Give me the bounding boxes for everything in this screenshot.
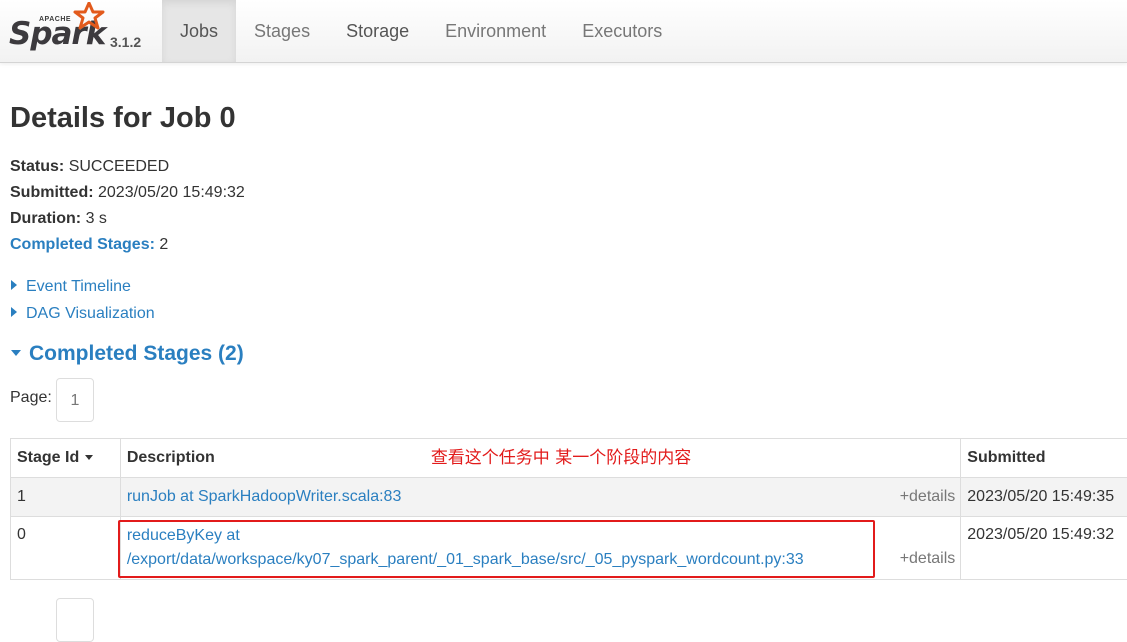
- stages-table: Stage Id Description 查看这个任务中 某一个阶段的内容 Su…: [10, 438, 1127, 580]
- header-stage-id[interactable]: Stage Id: [11, 439, 121, 478]
- status-label: Status:: [10, 158, 64, 175]
- job-summary: Status: SUCCEEDED Submitted: 2023/05/20 …: [10, 154, 245, 258]
- header-submitted[interactable]: Submitted: [961, 439, 1127, 478]
- completed-stages-value: 2: [159, 236, 168, 253]
- table-row: 1 runJob at SparkHadoopWriter.scala:83 +…: [11, 478, 1127, 517]
- dag-visualization-label: DAG Visualization: [26, 305, 155, 322]
- description-line-1: reduceByKey at: [127, 527, 240, 544]
- completed-stages-link[interactable]: Completed Stages:: [10, 236, 155, 253]
- event-timeline-toggle[interactable]: Event Timeline: [11, 278, 131, 296]
- completed-stages-row: Completed Stages: 2: [10, 232, 245, 258]
- page-title: Details for Job 0: [10, 102, 236, 135]
- page-1-button-bottom[interactable]: [56, 598, 94, 642]
- sort-desc-icon: [85, 455, 93, 460]
- duration-row: Duration: 3 s: [10, 206, 245, 232]
- caret-down-icon: [11, 350, 21, 356]
- completed-stages-header[interactable]: Completed Stages (2): [11, 342, 244, 366]
- header-description[interactable]: Description 查看这个任务中 某一个阶段的内容: [120, 439, 960, 478]
- description-cell: reduceByKey at /export/data/workspace/ky…: [120, 517, 960, 580]
- stage-id-cell: 1: [11, 478, 121, 517]
- spark-logo[interactable]: APACHE Spark 3.1.2: [9, 2, 159, 58]
- table-row: 0 reduceByKey at /export/data/workspace/…: [11, 517, 1127, 580]
- tab-stages[interactable]: Stages: [236, 0, 328, 62]
- spark-star-icon: [72, 2, 106, 32]
- pagination-label: Page:: [10, 389, 52, 407]
- details-toggle[interactable]: +details: [900, 478, 956, 516]
- header-description-label: Description: [127, 449, 215, 466]
- caret-right-icon: [11, 307, 17, 317]
- tab-executors[interactable]: Executors: [564, 0, 680, 62]
- caret-right-icon: [11, 280, 17, 290]
- event-timeline-label: Event Timeline: [26, 278, 131, 295]
- tab-environment[interactable]: Environment: [427, 0, 564, 62]
- tab-storage[interactable]: Storage: [328, 0, 427, 62]
- page-1-button[interactable]: 1: [56, 378, 94, 422]
- submitted-label: Submitted:: [10, 184, 94, 201]
- duration-value: 3 s: [86, 210, 107, 227]
- submitted-cell: 2023/05/20 15:49:35: [961, 478, 1127, 517]
- annotation-note: 查看这个任务中 某一个阶段的内容: [431, 439, 691, 477]
- tab-jobs[interactable]: Jobs: [162, 0, 236, 62]
- description-line-2: /export/data/workspace/ky07_spark_parent…: [127, 551, 804, 568]
- stage-id-cell: 0: [11, 517, 121, 580]
- spark-version: 3.1.2: [110, 34, 141, 50]
- header-stage-id-label: Stage Id: [17, 449, 79, 466]
- stage-description-link[interactable]: reduceByKey at /export/data/workspace/ky…: [127, 517, 954, 572]
- submitted-value: 2023/05/20 15:49:32: [98, 184, 245, 201]
- submitted-cell: 2023/05/20 15:49:32: [961, 517, 1127, 580]
- submitted-row: Submitted: 2023/05/20 15:49:32: [10, 180, 245, 206]
- nav-tabs: Jobs Stages Storage Environment Executor…: [162, 0, 680, 62]
- status-value: SUCCEEDED: [69, 158, 169, 175]
- status-row: Status: SUCCEEDED: [10, 154, 245, 180]
- details-toggle[interactable]: +details: [900, 549, 956, 569]
- description-cell: runJob at SparkHadoopWriter.scala:83 +de…: [120, 478, 960, 517]
- completed-stages-header-label: Completed Stages (2): [29, 342, 244, 365]
- top-navbar: APACHE Spark 3.1.2 Jobs Stages Storage E…: [0, 0, 1127, 63]
- duration-label: Duration:: [10, 210, 81, 227]
- stage-description-link[interactable]: runJob at SparkHadoopWriter.scala:83: [127, 488, 402, 505]
- header-submitted-label: Submitted: [967, 449, 1045, 466]
- dag-visualization-toggle[interactable]: DAG Visualization: [11, 305, 155, 323]
- table-header-row: Stage Id Description 查看这个任务中 某一个阶段的内容 Su…: [11, 439, 1127, 478]
